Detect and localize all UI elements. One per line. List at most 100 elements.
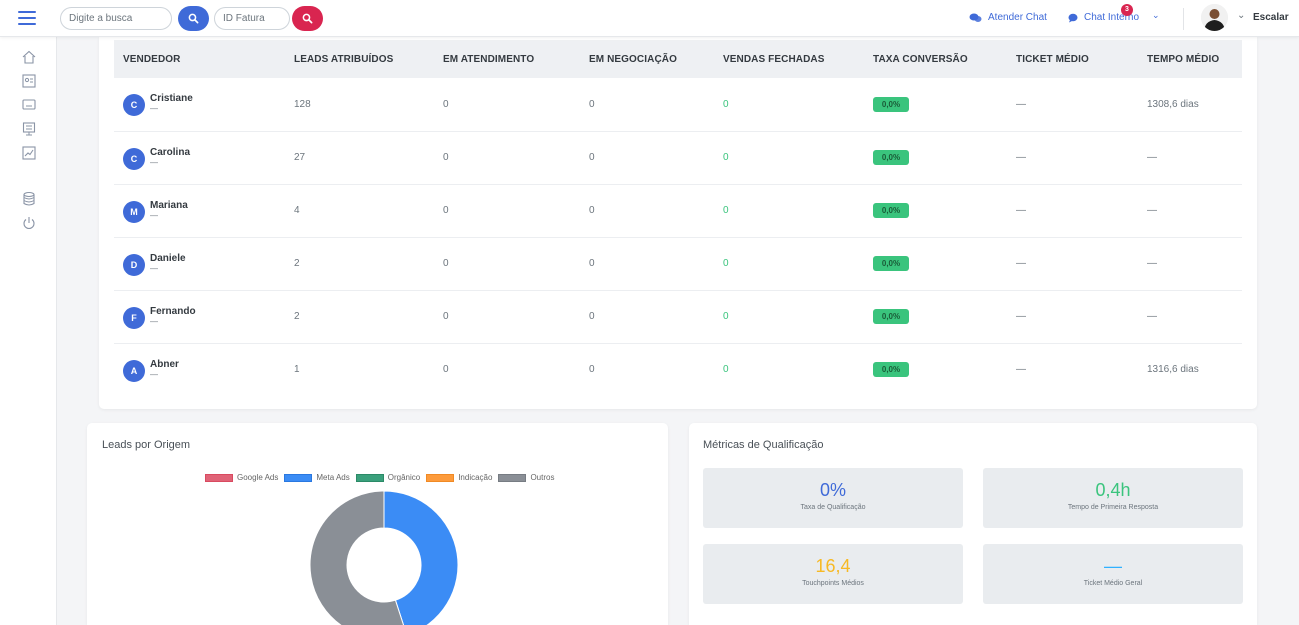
leads-cell: 2 (294, 258, 300, 269)
home-icon[interactable] (21, 49, 37, 65)
search-button[interactable] (178, 6, 209, 31)
negotiation-cell: 0 (589, 98, 595, 110)
table-row: M Mariana — 4 0 0 0 0,0% — — (114, 184, 1242, 237)
seller-name: Fernando (150, 305, 196, 317)
user-photo-icon (1201, 4, 1228, 31)
sidebar (0, 37, 57, 625)
chart-icon[interactable] (21, 145, 37, 161)
avg-time-cell: 1308,6 dias (1147, 98, 1199, 110)
metric-value: 0,4h (1095, 480, 1131, 500)
user-avatar[interactable] (1201, 4, 1228, 31)
avg-time-cell: — (1147, 258, 1157, 269)
seller-avatar[interactable]: D (123, 253, 145, 276)
seller-subtitle: — (150, 104, 158, 113)
closed-sales-cell: 0 (723, 98, 729, 110)
in-service-cell: 0 (443, 364, 449, 376)
seller-avatar[interactable]: C (123, 94, 145, 116)
top-bar: Atender Chat Chat Interno 3 ⌄ ⌄ Escalar (0, 0, 1299, 37)
in-service-cell: 0 (443, 152, 449, 163)
chat-bubbles-icon (969, 13, 982, 22)
power-icon[interactable] (21, 215, 37, 231)
legend-swatch (355, 473, 384, 482)
avg-time-cell: — (1147, 205, 1157, 216)
legend-item-google-ads[interactable]: Google Ads (205, 473, 278, 482)
table-row: C Cristiane — 128 0 0 0 0,0% — 1308,6 di… (114, 78, 1242, 131)
search-icon (302, 13, 313, 24)
avg-time-cell: — (1147, 311, 1157, 322)
seller-cell: M Mariana — (114, 184, 285, 237)
menu-toggle-icon[interactable] (18, 11, 36, 25)
metric-qualification-rate: 0% Taxa de Qualificação (703, 468, 963, 528)
closed-sales-cell: 0 (723, 311, 729, 322)
seller-cell: C Carolina — (114, 131, 285, 184)
database-icon[interactable] (21, 191, 37, 207)
metric-value: 0% (819, 480, 846, 500)
chevron-down-icon[interactable]: ⌄ (1152, 10, 1160, 21)
column-header: TICKET MÉDIO (1016, 53, 1089, 65)
leads-cell: 27 (294, 152, 306, 163)
seller-subtitle: — (150, 263, 158, 273)
seller-name: Mariana (150, 199, 188, 211)
seller-subtitle: — (150, 369, 158, 379)
in-service-cell: 0 (443, 205, 449, 216)
atender-chat-label: Atender Chat (988, 12, 1047, 23)
in-service-cell: 0 (443, 311, 449, 322)
column-header: LEADS ATRIBUÍDOS (294, 53, 394, 65)
ticket-cell: — (1016, 205, 1026, 216)
seller-subtitle: — (150, 157, 158, 167)
conversion-cell: 0,0% (864, 184, 1007, 237)
metric-first-response-time: 0,4h Tempo de Primeira Resposta (983, 468, 1243, 528)
column-header: TEMPO MÉDIO (1147, 53, 1220, 65)
legend-label: Google Ads (237, 473, 279, 482)
notification-badge: 3 (1121, 4, 1133, 16)
metric-value: — (1104, 556, 1122, 576)
ticket-cell: — (1016, 98, 1026, 110)
legend-swatch (426, 473, 455, 482)
seller-avatar[interactable]: M (123, 200, 145, 223)
atender-chat-link[interactable]: Atender Chat (969, 12, 1047, 23)
leads-cell: 1 (294, 364, 300, 376)
metric-label: Tempo de Primeira Resposta (1067, 504, 1159, 511)
avg-time-cell: 1316,6 dias (1147, 364, 1199, 376)
legend-item-indicacao[interactable]: Indicação (426, 473, 492, 482)
legend-item-organico[interactable]: Orgânico (355, 473, 420, 482)
seller-name: Abner (150, 358, 179, 370)
chat-icon[interactable] (21, 97, 37, 113)
presentation-icon[interactable] (21, 121, 37, 137)
user-name[interactable]: Escalar (1253, 12, 1289, 23)
contacts-icon[interactable] (21, 73, 37, 89)
avg-time-cell: — (1147, 152, 1157, 163)
legend-swatch (498, 473, 527, 482)
leads-cell: 4 (294, 205, 300, 216)
chat-icon (1068, 13, 1078, 22)
column-header: EM ATENDIMENTO (443, 53, 535, 65)
seller-avatar[interactable]: C (123, 147, 145, 170)
negotiation-cell: 0 (589, 152, 595, 163)
conversion-cell: 0,0% (864, 290, 1007, 343)
conversion-badge: 0,0% (873, 203, 909, 218)
closed-sales-cell: 0 (723, 152, 729, 163)
legend-item-outros[interactable]: Outros (498, 473, 554, 482)
seller-name: Carolina (150, 146, 191, 158)
invoice-search-button[interactable] (292, 6, 323, 31)
conversion-cell: 0,0% (864, 131, 1007, 184)
negotiation-cell: 0 (589, 311, 595, 322)
conversion-badge: 0,0% (873, 309, 909, 324)
table-row: A Abner — 1 0 0 0 0,0% — 1316,6 dias (114, 343, 1242, 396)
leads-cell: 2 (294, 311, 300, 322)
search-input[interactable] (60, 7, 172, 30)
seller-avatar[interactable]: A (123, 359, 145, 382)
metric-label: Touchpoints Médios (802, 580, 864, 587)
legend-item-meta-ads[interactable]: Meta Ads (284, 473, 350, 482)
user-menu-chevron-icon[interactable]: ⌄ (1237, 10, 1245, 21)
column-header: VENDEDOR (123, 53, 181, 65)
seller-cell: F Fernando — (114, 290, 285, 343)
negotiation-cell: 0 (589, 205, 595, 216)
seller-cell: A Abner — (114, 343, 285, 396)
ticket-cell: — (1016, 364, 1026, 376)
sellers-table: VENDEDOR LEADS ATRIBUÍDOS EM ATENDIMENTO… (114, 40, 1242, 396)
metric-avg-ticket: — Ticket Médio Geral (983, 544, 1243, 604)
seller-avatar[interactable]: F (123, 306, 145, 329)
donut-chart (309, 490, 459, 625)
invoice-id-input[interactable] (214, 7, 290, 30)
